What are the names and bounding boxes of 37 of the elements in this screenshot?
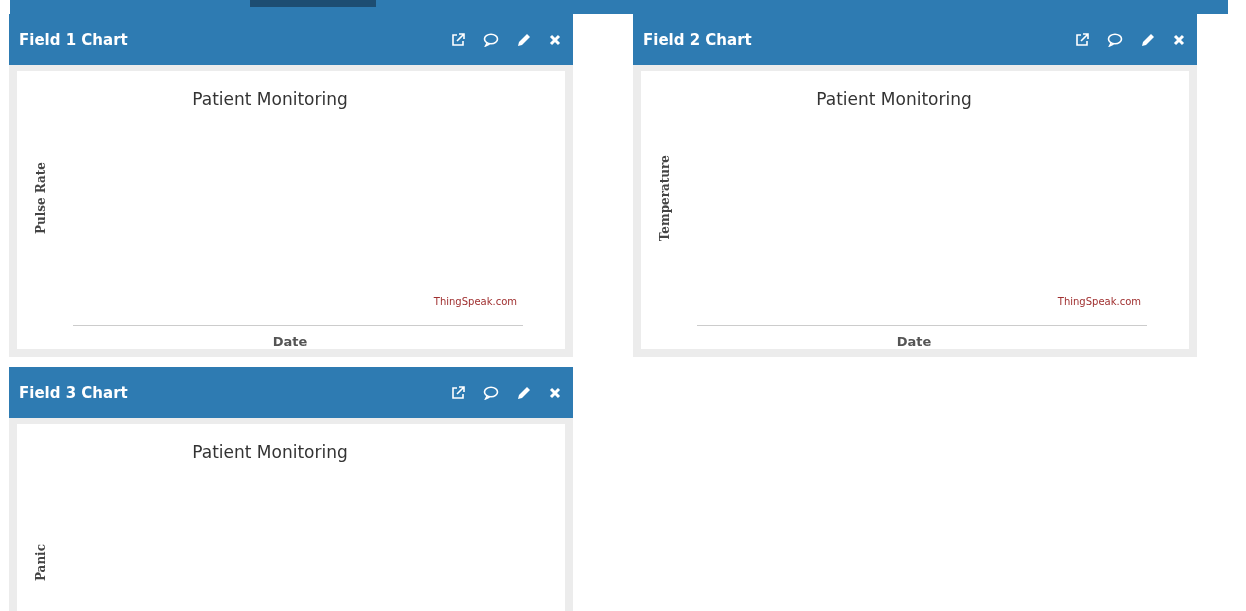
credit-link[interactable]: ThingSpeak.com — [433, 296, 517, 307]
y-axis-label: Panic — [34, 544, 48, 582]
chart-title: Patient Monitoring — [192, 89, 348, 109]
edit-button[interactable] — [517, 32, 531, 47]
comment-icon — [483, 32, 499, 47]
x-axis-label: Date — [896, 334, 932, 349]
panel-title: Field 1 Chart — [19, 30, 129, 49]
external-link-icon — [1075, 32, 1089, 47]
open-window-button[interactable] — [451, 385, 465, 400]
comment-button[interactable] — [483, 385, 499, 400]
comment-button[interactable] — [1107, 32, 1123, 47]
close-button[interactable] — [549, 33, 561, 46]
comment-button[interactable] — [483, 32, 499, 47]
open-window-button[interactable] — [1075, 32, 1089, 47]
y-axis-label: Pulse Rate — [34, 162, 48, 235]
external-link-icon — [451, 32, 465, 47]
pencil-icon — [517, 32, 531, 47]
close-icon — [1173, 33, 1185, 46]
x-axis-label: Date — [272, 334, 308, 349]
chart-title: Patient Monitoring — [816, 89, 972, 109]
pencil-icon — [1141, 32, 1155, 47]
y-axis-label: Temperature — [658, 155, 672, 242]
external-link-icon — [451, 385, 465, 400]
edit-button[interactable] — [517, 385, 531, 400]
edit-button[interactable] — [1141, 32, 1155, 47]
close-icon — [549, 386, 561, 399]
close-button[interactable] — [1173, 33, 1185, 46]
pencil-icon — [517, 385, 531, 400]
chart-title: Patient Monitoring — [192, 442, 348, 462]
comment-icon — [1107, 32, 1123, 47]
credit-link[interactable]: ThingSpeak.com — [1057, 296, 1141, 307]
panel-title: Field 3 Chart — [19, 383, 129, 402]
panel-title: Field 2 Chart — [643, 30, 753, 49]
comment-icon — [483, 385, 499, 400]
close-icon — [549, 33, 561, 46]
close-button[interactable] — [549, 386, 561, 399]
open-window-button[interactable] — [451, 32, 465, 47]
